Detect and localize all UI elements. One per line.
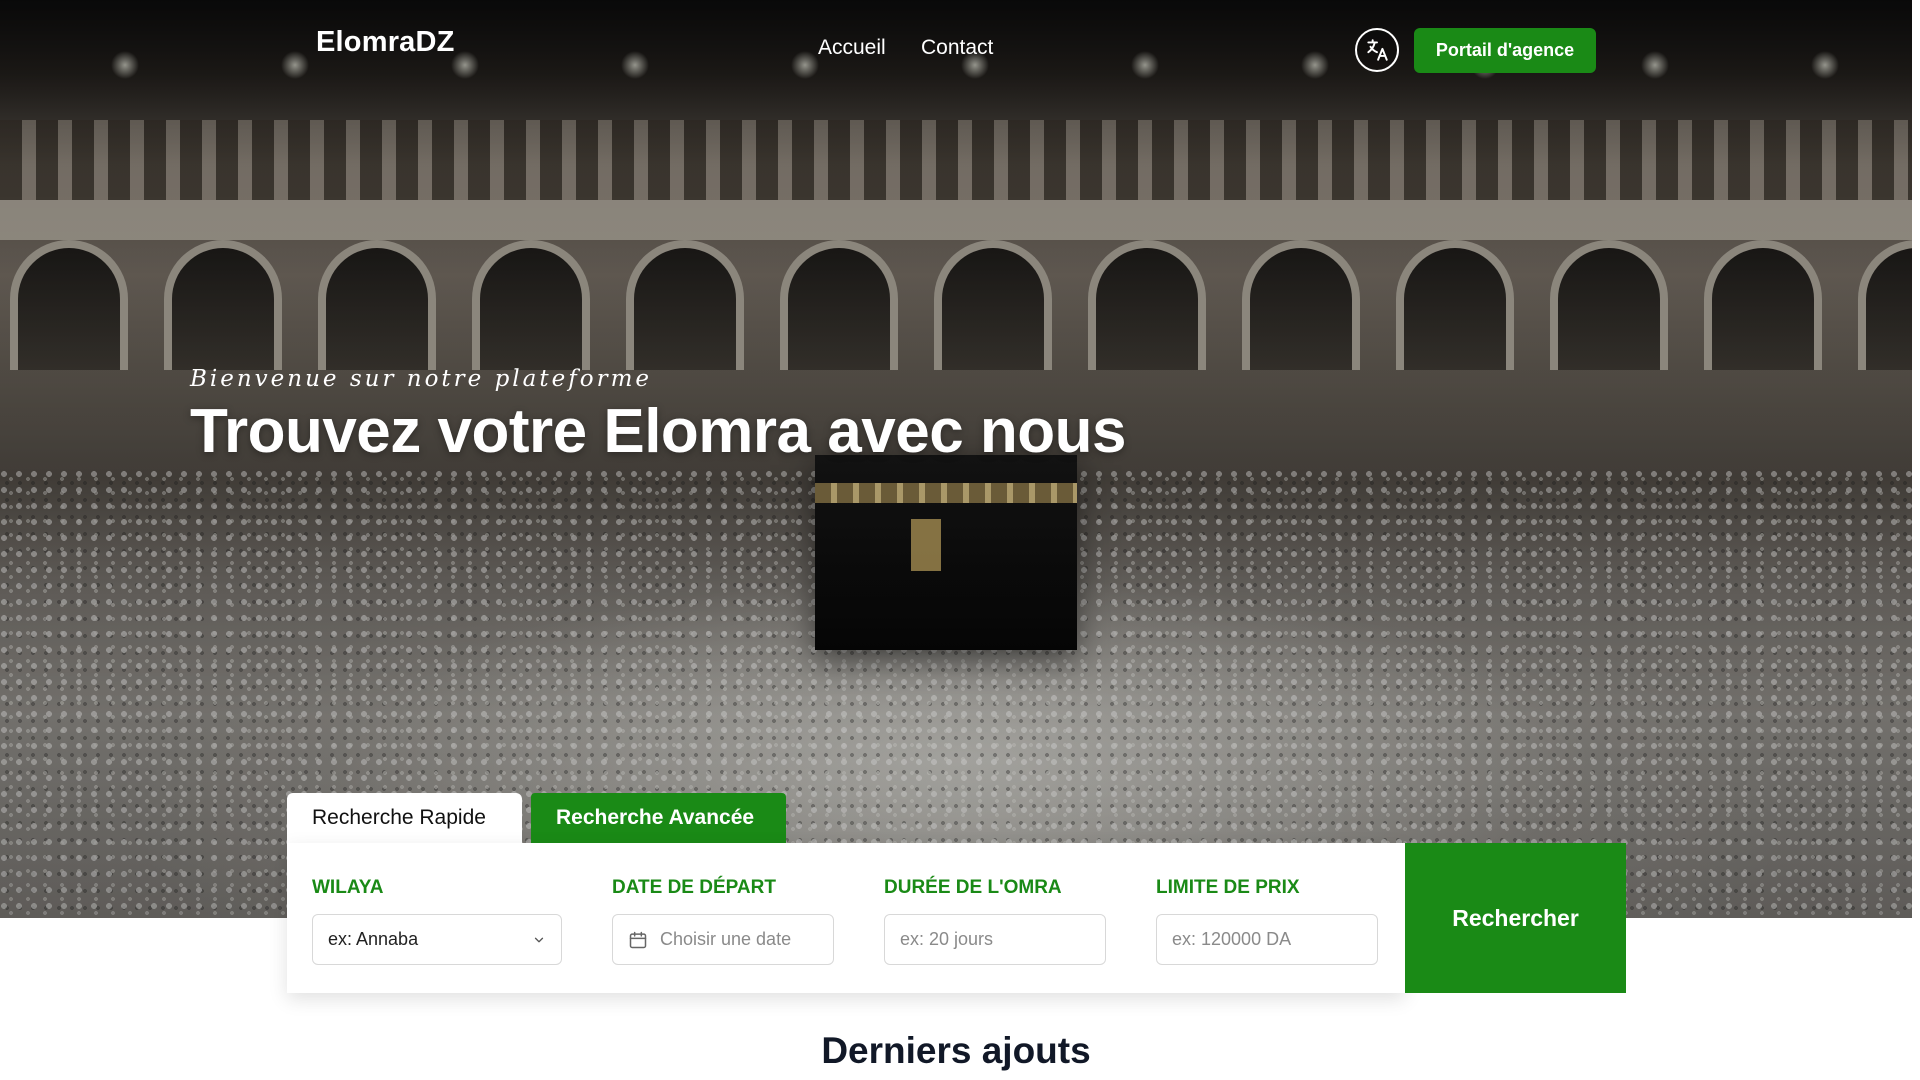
language-button[interactable] [1355,28,1399,72]
duration-placeholder: ex: 20 jours [900,929,994,949]
price-limit-field[interactable]: ex: 120000 DA [1156,914,1378,965]
translate-icon [1367,39,1388,61]
departure-date-placeholder: Choisir une date [660,929,792,949]
departure-date-field[interactable]: Choisir une date [612,914,834,965]
tab-advanced-search[interactable]: Recherche Avancée [531,793,786,843]
hero-tagline: Bienvenue sur notre plateforme [190,366,652,392]
brand-logo[interactable]: ElomraDZ [316,26,455,59]
tab-quick-search[interactable]: Recherche Rapide [287,793,522,843]
duration-label: DURÉE DE L'OMRA [884,877,1062,898]
agency-portal-button[interactable]: Portail d'agence [1414,28,1596,73]
departure-date-label: DATE DE DÉPART [612,877,776,898]
wilaya-select[interactable]: ex: Annaba [312,914,562,965]
price-limit-label: LIMITE DE PRIX [1156,877,1300,898]
latest-additions-title: Derniers ajouts [821,1030,1091,1071]
search-form: WILAYA ex: Annaba DATE DE DÉPART Choisir… [287,843,1405,993]
wilaya-select-value: ex: Annaba [328,929,419,949]
duration-field[interactable]: ex: 20 jours [884,914,1106,965]
wilaya-label: WILAYA [312,877,384,898]
nav-link-contact[interactable]: Contact [921,36,993,60]
price-limit-placeholder: ex: 120000 DA [1172,929,1292,949]
search-button[interactable]: Rechercher [1405,843,1626,993]
nav-link-accueil[interactable]: Accueil [818,36,886,60]
calendar-icon [629,931,647,948]
top-navbar: ElomraDZ Accueil Contact Portail d'agenc… [0,0,1920,100]
hero-title: Trouvez votre Elomra avec nous [190,397,1127,466]
page: ElomraDZ Accueil Contact Portail d'agenc… [0,0,1920,1080]
chevron-down-icon [534,937,544,942]
